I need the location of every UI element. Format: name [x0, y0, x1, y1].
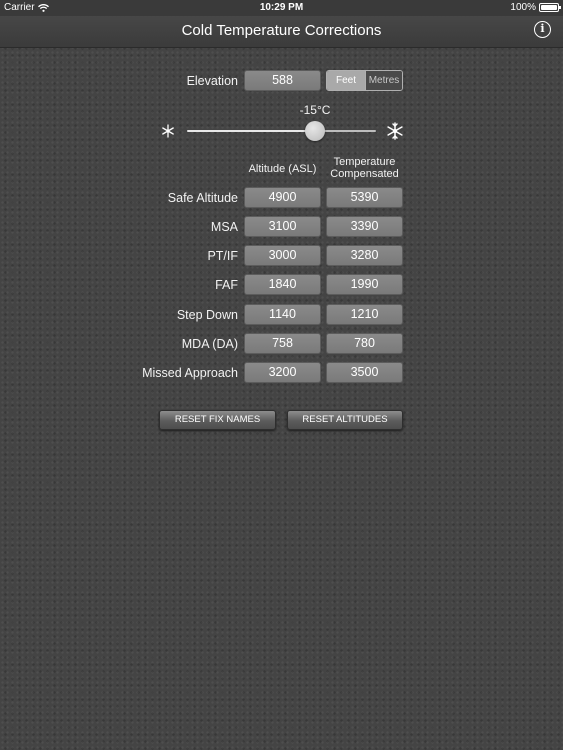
- pt-if-compensated: 3280: [326, 245, 403, 266]
- column-header-altitude: Altitude (ASL): [248, 163, 317, 175]
- row-label-missed-approach: Missed Approach: [142, 366, 238, 380]
- missed-approach-input[interactable]: 3200: [244, 362, 321, 383]
- faf-input[interactable]: 1840: [244, 274, 321, 295]
- row-label-mda-da: MDA (DA): [181, 337, 238, 351]
- step-down-compensated: 1210: [326, 304, 403, 325]
- battery-percent: 100%: [510, 2, 536, 13]
- missed-approach-compensated: 3500: [326, 362, 403, 383]
- units-segmented-control: Feet Metres: [326, 70, 403, 91]
- status-bar: Carrier 10:29 PM 100%: [0, 0, 563, 16]
- row-label-msa: MSA: [210, 220, 238, 234]
- page-title: Cold Temperature Corrections: [181, 22, 382, 39]
- elevation-input[interactable]: 588: [244, 70, 321, 91]
- snowflake-small-icon: [162, 124, 174, 138]
- row-label-pt-if: PT/IF: [207, 249, 238, 263]
- reset-fix-names-button[interactable]: RESET FIX NAMES: [159, 410, 276, 430]
- elevation-label: Elevation: [186, 74, 238, 88]
- msa-input[interactable]: 3100: [244, 216, 321, 237]
- step-down-input[interactable]: 1140: [244, 304, 321, 325]
- reset-altitudes-button[interactable]: RESET ALTITUDES: [287, 410, 403, 430]
- temperature-value: -15°C: [299, 103, 331, 117]
- status-time: 10:29 PM: [259, 2, 304, 13]
- snowflake-large-icon: [387, 122, 403, 140]
- info-icon[interactable]: i: [534, 21, 551, 38]
- mda-da-input[interactable]: 758: [244, 333, 321, 354]
- column-header-compensated-line2: Compensated: [330, 168, 399, 180]
- msa-compensated: 3390: [326, 216, 403, 237]
- faf-compensated: 1990: [326, 274, 403, 295]
- temperature-slider-thumb[interactable]: [305, 121, 325, 141]
- row-label-step-down: Step Down: [176, 308, 238, 322]
- safe-altitude-compensated: 5390: [326, 187, 403, 208]
- mda-da-compensated: 780: [326, 333, 403, 354]
- status-battery-group: 100%: [510, 2, 561, 13]
- slider-track-empty: [322, 130, 376, 132]
- navigation-bar: Cold Temperature Corrections i: [0, 16, 563, 48]
- units-feet-segment[interactable]: Feet: [327, 71, 365, 90]
- column-header-compensated: Temperature Compensated: [322, 156, 407, 180]
- safe-altitude-input[interactable]: 4900: [244, 187, 321, 208]
- pt-if-input[interactable]: 3000: [244, 245, 321, 266]
- row-label-safe-altitude: Safe Altitude: [167, 191, 238, 205]
- battery-icon: [539, 3, 561, 12]
- column-header-compensated-line1: Temperature: [333, 156, 396, 168]
- slider-track-filled: [187, 130, 307, 132]
- row-label-faf: FAF: [215, 278, 238, 292]
- units-metres-segment[interactable]: Metres: [365, 71, 402, 90]
